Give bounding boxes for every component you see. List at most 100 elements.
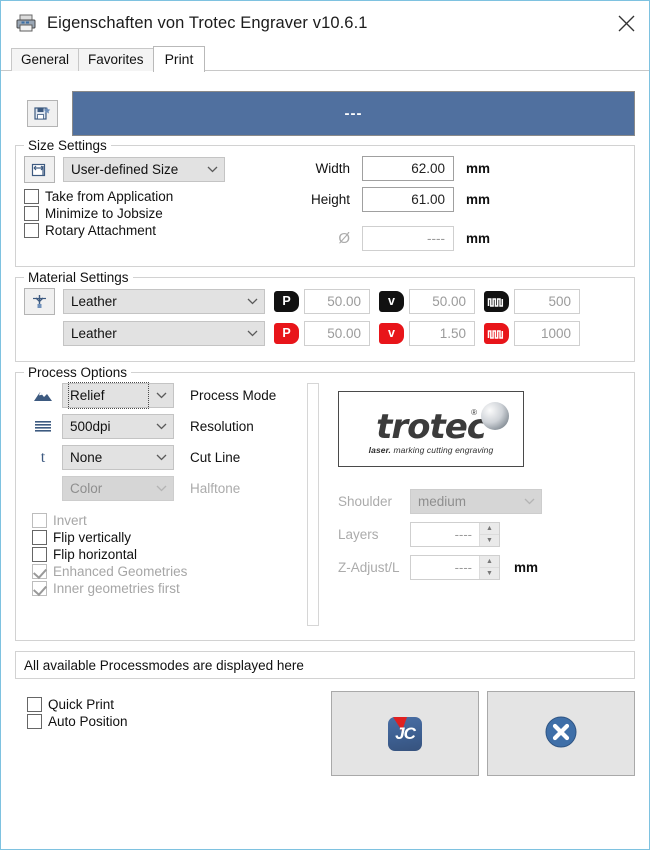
checkbox-rotary-attachment[interactable]: Rotary Attachment	[24, 223, 274, 238]
footer: Quick Print Auto Position JC	[15, 691, 635, 776]
chevron-down-icon	[149, 392, 173, 399]
cancel-circle-x-icon	[544, 715, 578, 752]
stepper-up-icon: ▲	[480, 523, 499, 535]
material-dropdown-top[interactable]: Leather	[63, 289, 265, 314]
chevron-down-icon	[240, 330, 264, 337]
material-value: Leather	[71, 322, 240, 345]
layers-row: Layers ---- ▲ ▼	[338, 522, 626, 547]
tab-print[interactable]: Print	[153, 46, 206, 72]
cut-line-value: None	[70, 446, 149, 469]
relief-mountain-icon	[24, 389, 62, 403]
cut-line-dropdown[interactable]: None	[62, 445, 174, 470]
checkbox-enhanced-geometries: Enhanced Geometries	[32, 564, 307, 579]
material-row: Leather P 50.00 v 50.00 500	[24, 288, 626, 315]
checkbox-label: Minimize to Jobsize	[45, 206, 163, 221]
trotec-logo: trotec ® laser. marking cutting engravin…	[338, 391, 524, 467]
speed-input-bottom[interactable]: 1.50	[409, 321, 475, 346]
checkbox-label: Take from Application	[45, 189, 173, 204]
checkbox-box	[27, 697, 42, 712]
checkbox-box	[32, 513, 47, 528]
checkbox-box	[24, 189, 39, 204]
checkbox-label: Flip horizontal	[53, 547, 137, 562]
checkbox-box	[24, 223, 39, 238]
z-adjust-unit: mm	[500, 560, 538, 575]
jobcontrol-button[interactable]: JC	[331, 691, 479, 776]
frequency-wave-icon-top	[484, 291, 509, 312]
resolution-value: 500dpi	[70, 415, 149, 438]
checkbox-flip-vertically[interactable]: Flip vertically	[32, 530, 307, 545]
speed-badge-bottom: v	[379, 323, 404, 344]
profile-banner[interactable]: ---	[72, 91, 635, 136]
chevron-down-icon	[149, 485, 173, 492]
diameter-input[interactable]: ----	[362, 226, 454, 251]
stepper-down-icon: ▼	[480, 568, 499, 580]
cancel-button[interactable]	[487, 691, 635, 776]
halftone-dropdown: Color	[62, 476, 174, 501]
height-row: Height 61.00 mm	[288, 187, 626, 212]
properties-dialog: Eigenschaften von Trotec Engraver v10.6.…	[0, 0, 650, 850]
panel-divider	[307, 383, 319, 626]
checkbox-label: Invert	[53, 513, 87, 528]
width-input[interactable]: 62.00	[362, 156, 454, 181]
frequency-input-bottom[interactable]: 1000	[514, 321, 580, 346]
checkbox-take-from-application[interactable]: Take from Application	[24, 189, 274, 204]
chevron-down-icon	[149, 454, 173, 461]
printer-icon	[15, 13, 37, 33]
chevron-down-icon	[149, 423, 173, 430]
process-mode-value: Relief	[70, 384, 147, 407]
checkbox-label: Quick Print	[48, 697, 114, 712]
checkbox-box	[32, 547, 47, 562]
power-input-bottom[interactable]: 50.00	[304, 321, 370, 346]
tab-general[interactable]: General	[11, 48, 79, 71]
process-mode-dropdown[interactable]: Relief	[62, 383, 174, 408]
checkbox-label: Auto Position	[48, 714, 128, 729]
checkbox-flip-horizontal[interactable]: Flip horizontal	[32, 547, 307, 562]
shoulder-row: Shoulder medium	[338, 489, 626, 514]
jobcontrol-jc-icon: JC	[388, 717, 422, 751]
profile-row: ---	[27, 91, 635, 139]
checkbox-box	[24, 206, 39, 221]
material-value: Leather	[71, 290, 240, 313]
checkbox-minimize-to-jobsize[interactable]: Minimize to Jobsize	[24, 206, 274, 221]
width-row: Width 62.00 mm	[288, 156, 626, 181]
title-bar: Eigenschaften von Trotec Engraver v10.6.…	[1, 1, 649, 45]
shoulder-label: Shoulder	[338, 494, 410, 509]
save-as-new-icon[interactable]	[27, 100, 58, 127]
diameter-icon: Ø	[288, 230, 362, 247]
frequency-input-top[interactable]: 500	[514, 289, 580, 314]
checkbox-box	[32, 564, 47, 579]
z-adjust-row: Z-Adjust/L ---- ▲ ▼ mm	[338, 555, 626, 580]
height-input[interactable]: 61.00	[362, 187, 454, 212]
process-options-group: Process Options Relief	[15, 372, 635, 641]
checkbox-auto-position[interactable]: Auto Position	[27, 714, 323, 729]
laser-material-icon[interactable]	[24, 288, 55, 315]
stepper-down-icon: ▼	[480, 535, 499, 547]
material-settings-legend: Material Settings	[24, 270, 133, 285]
tab-favorites[interactable]: Favorites	[78, 48, 154, 71]
checkbox-label: Enhanced Geometries	[53, 564, 187, 579]
resize-icon[interactable]	[24, 156, 55, 183]
checkbox-box	[32, 530, 47, 545]
close-icon[interactable]	[603, 1, 649, 45]
checkbox-label: Flip vertically	[53, 530, 131, 545]
speed-input-top[interactable]: 50.00	[409, 289, 475, 314]
size-mode-value: User-defined Size	[71, 158, 200, 181]
cut-line-row: t None Cut Line	[24, 445, 307, 470]
material-dropdown-bottom[interactable]: Leather	[63, 321, 265, 346]
tab-strip: General Favorites Print	[1, 45, 649, 71]
width-label: Width	[288, 161, 362, 176]
checkbox-invert: Invert	[32, 513, 307, 528]
window-title: Eigenschaften von Trotec Engraver v10.6.…	[47, 14, 368, 33]
halftone-row: Color Halftone	[24, 476, 307, 501]
power-badge-top: P	[274, 291, 299, 312]
chevron-down-icon	[517, 498, 541, 505]
material-row: Leather P 50.00 v 1.50 1000	[24, 321, 626, 346]
resolution-dropdown[interactable]: 500dpi	[62, 414, 174, 439]
checkbox-box	[32, 581, 47, 596]
size-mode-dropdown[interactable]: User-defined Size	[63, 157, 225, 182]
layers-value: ----	[411, 523, 479, 546]
checkbox-inner-geometries-first: Inner geometries first	[32, 581, 307, 596]
power-input-top[interactable]: 50.00	[304, 289, 370, 314]
stepper-buttons: ▲ ▼	[479, 523, 499, 546]
checkbox-quick-print[interactable]: Quick Print	[27, 697, 323, 712]
